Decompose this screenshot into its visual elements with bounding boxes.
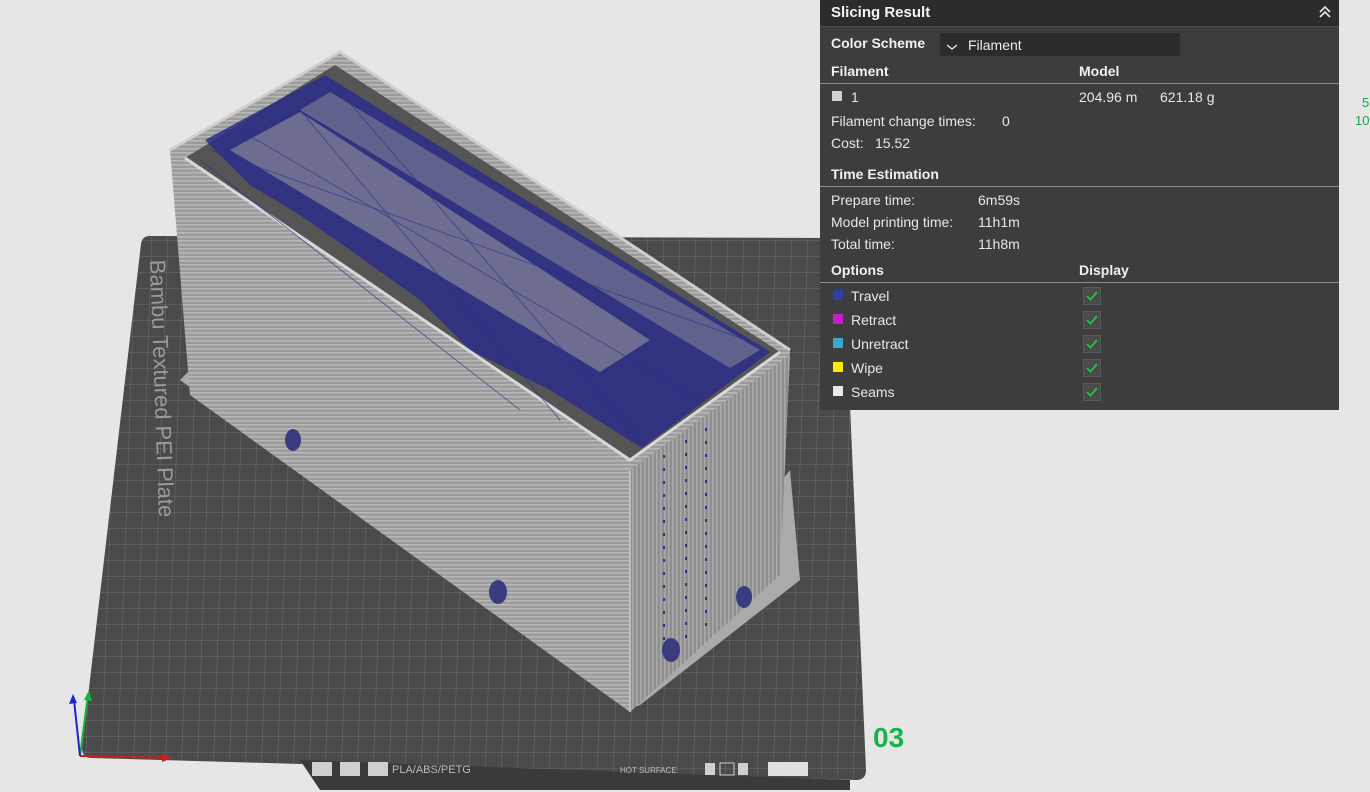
plate-filament-types: PLA/ABS/PETG [392, 764, 471, 776]
collapse-icon[interactable] [1317, 4, 1333, 20]
filament-weight: 621.18 g [1160, 89, 1215, 105]
filament-color-swatch [832, 91, 842, 101]
model-printing-time-label: Model printing time: [831, 214, 954, 230]
plate-hot-surface: HOT SURFACE [620, 766, 677, 775]
wipe-color-swatch [833, 362, 843, 372]
side-number-top: 5 [1362, 95, 1370, 110]
travel-display-checkbox[interactable] [1083, 287, 1101, 305]
total-time-value: 11h8m [978, 236, 1020, 252]
options-header: Options [831, 262, 884, 278]
total-time-label: Total time: [831, 236, 895, 252]
option-label-retract: Retract [851, 312, 897, 328]
retract-display-checkbox[interactable] [1083, 311, 1101, 329]
checkmark-icon [1086, 291, 1098, 301]
travel-color-swatch [833, 290, 843, 300]
slicing-result-panel: Slicing Result Color Scheme Filament Fil… [820, 0, 1339, 410]
option-label-unretract: Unretract [851, 336, 909, 352]
checkmark-icon [1086, 387, 1098, 397]
panel-title: Slicing Result [831, 4, 931, 21]
seams-display-checkbox[interactable] [1083, 383, 1101, 401]
cost-value: 15.52 [875, 135, 911, 151]
filament-header: Filament [831, 63, 889, 79]
chevron-down-icon [946, 39, 958, 55]
wipe-display-checkbox[interactable] [1083, 359, 1101, 377]
panel-header: Slicing Result [820, 0, 1339, 27]
unretract-display-checkbox[interactable] [1083, 335, 1101, 353]
prepare-time-value: 6m59s [978, 192, 1021, 208]
display-header: Display [1079, 262, 1129, 278]
plate-number: 03 [873, 722, 905, 753]
filament-length: 204.96 m [1079, 89, 1138, 105]
checkmark-icon [1086, 363, 1098, 373]
color-scheme-label: Color Scheme [831, 35, 926, 51]
divider [820, 186, 1339, 187]
cost-label: Cost: [831, 135, 864, 151]
option-label-wipe: Wipe [851, 360, 883, 376]
time-estimation-header: Time Estimation [831, 166, 939, 182]
divider [820, 83, 1339, 84]
model-header: Model [1079, 63, 1120, 79]
color-scheme-select[interactable]: Filament [940, 33, 1180, 56]
model-printing-time-value: 11h1m [978, 214, 1020, 230]
filament-index: 1 [851, 89, 859, 105]
side-number-bottom: 10 [1355, 113, 1370, 128]
checkmark-icon [1086, 315, 1098, 325]
unretract-color-swatch [833, 338, 843, 348]
filament-change-times-label: Filament change times: [831, 113, 976, 129]
divider [820, 282, 1339, 283]
option-label-seams: Seams [851, 384, 895, 400]
option-label-travel: Travel [851, 288, 890, 304]
seams-color-swatch [833, 386, 843, 396]
checkmark-icon [1086, 339, 1098, 349]
color-scheme-value: Filament [968, 37, 1022, 53]
retract-color-swatch [833, 314, 843, 324]
prepare-time-label: Prepare time: [831, 192, 916, 208]
filament-change-times-value: 0 [1002, 113, 1010, 129]
